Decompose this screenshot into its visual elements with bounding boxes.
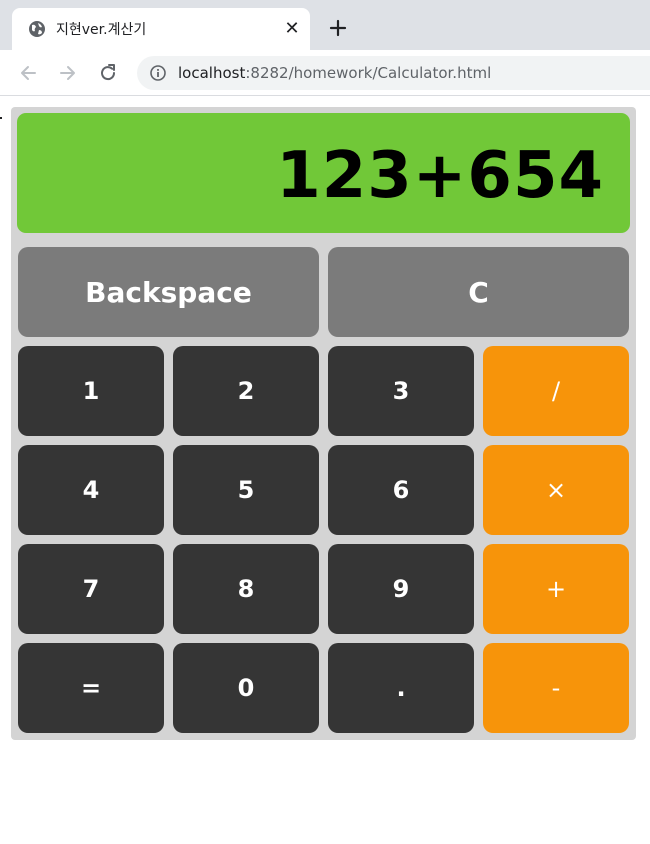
new-tab-plus-icon[interactable] [327, 17, 349, 39]
url-path: :8282/homework/Calculator.html [245, 64, 492, 82]
reload-icon[interactable] [97, 62, 119, 84]
info-icon[interactable] [149, 64, 167, 82]
address-bar[interactable]: localhost:8282/homework/Calculator.html [137, 56, 650, 90]
url-host: localhost [178, 64, 246, 82]
back-arrow-icon[interactable] [17, 62, 39, 84]
key-9[interactable]: 9 [328, 544, 474, 634]
page-artifact-dot [0, 117, 2, 119]
calculator-display: 123+654 [17, 113, 630, 233]
backspace-button[interactable]: Backspace [18, 247, 319, 337]
key-1[interactable]: 1 [18, 346, 164, 436]
url-text[interactable]: localhost:8282/homework/Calculator.html [178, 64, 491, 82]
key-2[interactable]: 2 [173, 346, 319, 436]
display-value: 123+654 [276, 139, 604, 213]
key-5[interactable]: 5 [173, 445, 319, 535]
key-4[interactable]: 4 [18, 445, 164, 535]
key-8[interactable]: 8 [173, 544, 319, 634]
subtract-button[interactable]: - [483, 643, 629, 733]
browser-tabstrip: 지현ver.계산기 ✕ [0, 0, 650, 50]
key-0[interactable]: 0 [173, 643, 319, 733]
decimal-button[interactable]: . [328, 643, 474, 733]
clear-button[interactable]: C [328, 247, 629, 337]
divide-button[interactable]: / [483, 346, 629, 436]
key-6[interactable]: 6 [328, 445, 474, 535]
globe-icon [29, 21, 45, 37]
key-3[interactable]: 3 [328, 346, 474, 436]
browser-tab[interactable]: 지현ver.계산기 ✕ [12, 8, 310, 50]
multiply-button[interactable]: × [483, 445, 629, 535]
forward-arrow-icon[interactable] [57, 62, 79, 84]
add-button[interactable]: + [483, 544, 629, 634]
calculator: 123+654 Backspace C 1 2 3 / 4 5 6 × 7 8 … [11, 107, 636, 740]
key-7[interactable]: 7 [18, 544, 164, 634]
tab-title: 지현ver.계산기 [56, 22, 147, 38]
close-tab-icon[interactable]: ✕ [282, 19, 302, 39]
equals-button[interactable]: = [18, 643, 164, 733]
browser-toolbar: localhost:8282/homework/Calculator.html [0, 50, 650, 96]
